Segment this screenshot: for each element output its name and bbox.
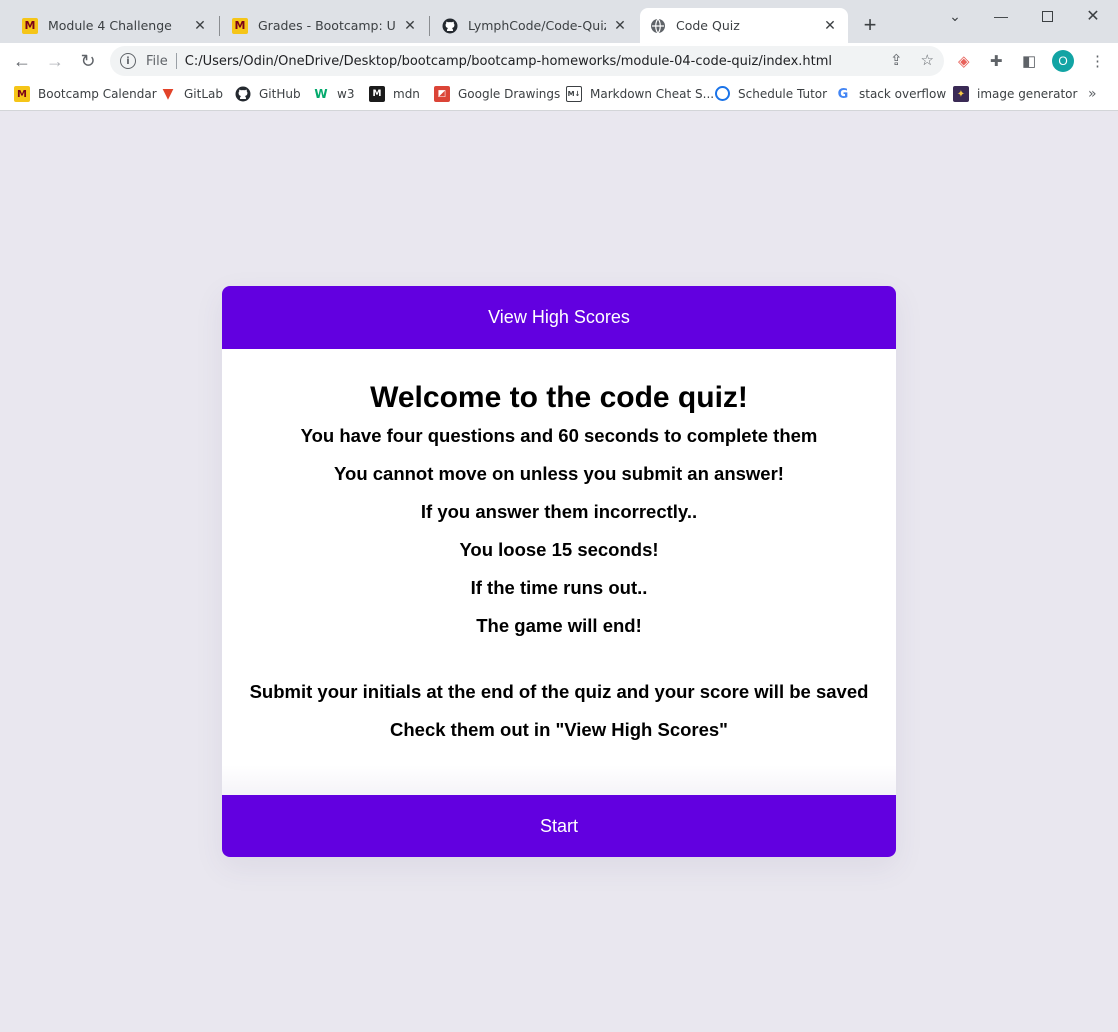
google-drawings-icon: ◩ bbox=[434, 86, 450, 102]
bookmark-label: stack overflow bbox=[859, 87, 947, 101]
bookmarks-bar: M Bootcamp Calendar ▼ GitLab GitHub W w3… bbox=[0, 79, 1118, 111]
bookmark-label: image generator bbox=[977, 87, 1078, 101]
info-icon[interactable]: i bbox=[120, 53, 136, 69]
rule-line: You loose 15 seconds! bbox=[459, 539, 659, 560]
browser-chrome: M Module 4 Challenge ✕ M Grades - Bootca… bbox=[0, 0, 1118, 111]
rule-line: If the time runs out.. bbox=[470, 577, 648, 598]
address-scheme-label: File bbox=[146, 53, 168, 69]
gitlab-icon: ▼ bbox=[162, 86, 174, 102]
bookmark-mdn[interactable]: M mdn bbox=[369, 86, 420, 102]
tab-grades[interactable]: M Grades - Bootcamp: UofM-V ✕ bbox=[222, 8, 428, 43]
mdn-icon: M bbox=[369, 86, 385, 102]
schedule-icon bbox=[715, 86, 730, 101]
tab-separator bbox=[429, 16, 430, 36]
share-icon[interactable]: ⇪ bbox=[890, 51, 903, 69]
bookmark-github[interactable]: GitHub bbox=[235, 86, 301, 102]
quiz-intro: Welcome to the code quiz! You have four … bbox=[222, 349, 896, 795]
tab-code-quiz-repo[interactable]: LymphCode/Code-Quiz ✕ bbox=[432, 8, 638, 43]
bookmark-label: Markdown Cheat S... bbox=[590, 87, 715, 101]
bookmark-label: Schedule Tutor bbox=[738, 86, 828, 101]
profile-avatar[interactable]: O bbox=[1052, 50, 1074, 72]
chevron-right-icon[interactable]: » bbox=[1088, 86, 1097, 102]
bookmark-label: w3 bbox=[337, 87, 355, 101]
bookmark-label: GitLab bbox=[184, 87, 223, 101]
toolbar: ← → ↻ i File C:/Users/Odin/OneDrive/Desk… bbox=[0, 43, 1118, 79]
score-info-line: Check them out in "View High Scores" bbox=[390, 719, 728, 740]
tab-title: Module 4 Challenge bbox=[48, 18, 172, 33]
rule-line: If you answer them incorrectly.. bbox=[420, 501, 698, 522]
tab-title: LymphCode/Code-Quiz bbox=[468, 18, 606, 33]
address-url[interactable]: C:/Users/Odin/OneDrive/Desktop/bootcamp/… bbox=[185, 54, 832, 69]
bookmark-markdown-cheat-sheet[interactable]: M↓ Markdown Cheat S... bbox=[566, 86, 714, 102]
address-separator bbox=[175, 53, 177, 69]
google-icon: G bbox=[837, 86, 849, 102]
star-icon[interactable]: ☆ bbox=[921, 51, 934, 69]
address-actions: ⇪ ☆ bbox=[890, 51, 934, 69]
tab-strip: M Module 4 Challenge ✕ M Grades - Bootca… bbox=[0, 0, 1118, 43]
rule-line: The game will end! bbox=[476, 615, 642, 636]
bookmark-bootcamp-calendar[interactable]: M Bootcamp Calendar bbox=[14, 86, 157, 102]
bookmark-label: GitHub bbox=[259, 87, 301, 101]
bookmark-label: Google Drawings bbox=[458, 87, 561, 101]
quiz-card: View High Scores Welcome to the code qui… bbox=[222, 286, 896, 857]
extension-icon[interactable]: ◈ bbox=[958, 52, 970, 70]
new-tab-button[interactable]: + bbox=[858, 14, 882, 38]
close-icon[interactable]: ✕ bbox=[402, 18, 418, 34]
chevron-down-icon[interactable]: ⌄ bbox=[932, 4, 978, 28]
forward-arrow-icon[interactable]: → bbox=[43, 49, 67, 73]
bookmark-google-drawings[interactable]: ◩ Google Drawings bbox=[434, 86, 560, 102]
address-bar[interactable]: i File C:/Users/Odin/OneDrive/Desktop/bo… bbox=[110, 46, 944, 76]
tab-code-quiz[interactable]: Code Quiz ✕ bbox=[640, 8, 848, 43]
bookmark-label: Bootcamp Calendar bbox=[38, 87, 157, 101]
bookmark-w3[interactable]: W w3 bbox=[313, 86, 354, 102]
score-info-line: Submit your initials at the end of the q… bbox=[249, 681, 869, 702]
bookmark-label: mdn bbox=[393, 87, 420, 101]
close-icon[interactable]: ✕ bbox=[822, 18, 838, 34]
github-icon bbox=[235, 86, 251, 102]
maximize-icon[interactable] bbox=[1024, 4, 1070, 28]
w3-icon: W bbox=[314, 87, 328, 101]
side-panel-icon[interactable]: ◧ bbox=[1022, 52, 1036, 70]
bookmark-gitlab[interactable]: ▼ GitLab bbox=[160, 86, 223, 102]
fade-overlay bbox=[222, 765, 896, 795]
rule-line: You cannot move on unless you submit an … bbox=[334, 463, 784, 484]
start-button[interactable]: Start bbox=[222, 795, 896, 857]
bookmark-schedule-tutor[interactable]: Schedule Tutor bbox=[715, 86, 827, 101]
rule-line: You have four questions and 60 seconds t… bbox=[300, 425, 818, 446]
tab-title: Code Quiz bbox=[676, 18, 740, 33]
umn-m-icon: M bbox=[14, 86, 30, 102]
reload-icon[interactable]: ↻ bbox=[76, 49, 100, 73]
close-icon[interactable]: ✕ bbox=[192, 18, 208, 34]
markdown-icon: M↓ bbox=[566, 86, 582, 102]
image-gen-icon: ✦ bbox=[953, 86, 969, 102]
bookmark-stack-overflow[interactable]: G stack overflow bbox=[835, 86, 947, 102]
tab-title: Grades - Bootcamp: UofM-V bbox=[258, 18, 396, 33]
back-arrow-icon[interactable]: ← bbox=[10, 49, 34, 73]
globe-icon bbox=[650, 18, 666, 34]
github-icon bbox=[442, 18, 458, 34]
tab-module-4-challenge[interactable]: M Module 4 Challenge ✕ bbox=[12, 8, 218, 43]
window-close-icon[interactable]: ✕ bbox=[1070, 4, 1116, 28]
menu-kebab-icon[interactable]: ⋮ bbox=[1090, 52, 1105, 70]
view-high-scores-button[interactable]: View High Scores bbox=[222, 286, 896, 349]
puzzle-icon[interactable]: ✚ bbox=[990, 52, 1003, 70]
bookmark-image-generator[interactable]: ✦ image generator bbox=[953, 86, 1077, 102]
umn-m-icon: M bbox=[232, 17, 248, 34]
umn-m-icon: M bbox=[22, 17, 38, 34]
page-title: Welcome to the code quiz! bbox=[370, 381, 748, 414]
minimize-icon[interactable]: — bbox=[978, 4, 1024, 28]
tab-separator bbox=[219, 16, 220, 36]
close-icon[interactable]: ✕ bbox=[612, 18, 628, 34]
